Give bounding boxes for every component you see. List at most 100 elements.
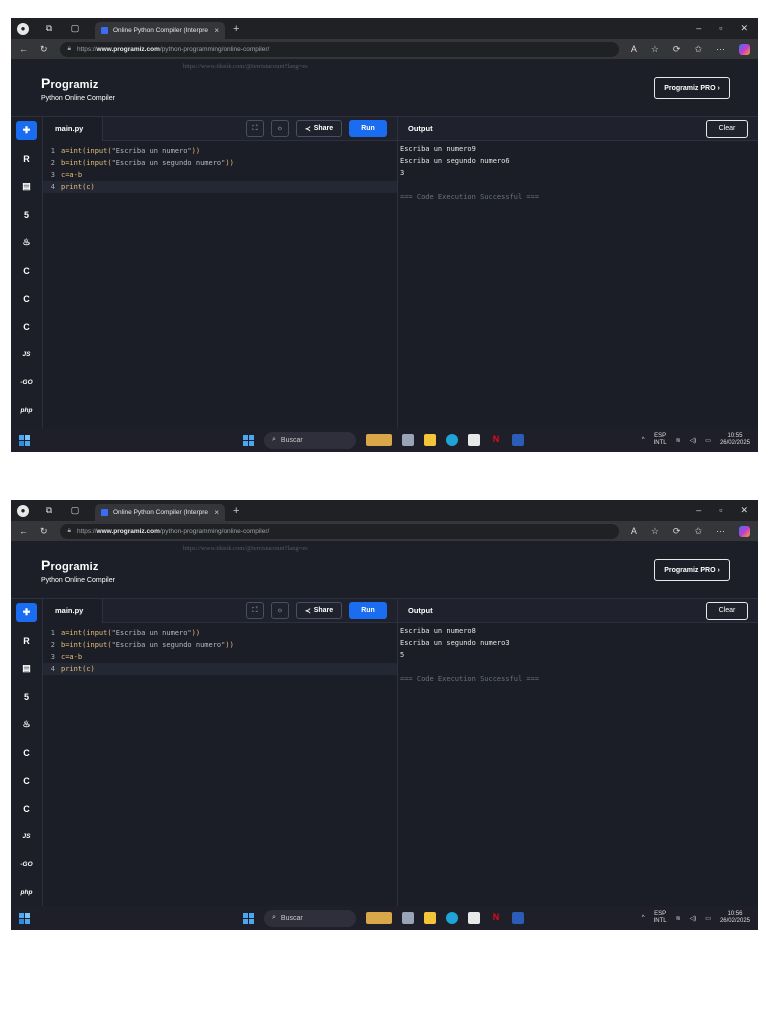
weather-widget-icon[interactable] <box>366 912 392 924</box>
code-line[interactable]: 4 print(c) <box>43 663 397 675</box>
taskbar-search[interactable]: ⌕ Buscar <box>264 431 356 449</box>
back-icon[interactable]: ← <box>19 526 28 536</box>
sql-icon[interactable]: ▤ <box>16 177 37 196</box>
new-tab-button[interactable]: + <box>233 23 239 35</box>
read-aloud-icon[interactable]: A <box>631 44 637 54</box>
wifi-icon[interactable]: ≋ <box>676 915 681 922</box>
volume-icon[interactable]: ◁) <box>690 915 697 922</box>
java-icon[interactable]: ♨ <box>16 715 37 734</box>
file-tab-main-py[interactable]: main.py <box>43 116 103 141</box>
edge-icon[interactable] <box>446 434 458 446</box>
start-icon[interactable] <box>243 912 254 924</box>
refresh-icon[interactable]: ↻ <box>40 44 48 55</box>
favorite-star-icon[interactable]: ☆ <box>651 526 659 537</box>
php-icon[interactable]: php <box>16 401 37 420</box>
code-line[interactable]: 1 a=int(input("Escriba un numero")) <box>43 145 397 157</box>
favorites-icon[interactable]: ✩ <box>694 44 702 55</box>
code-line[interactable]: 2 b=int(input("Escriba un segundo numero"… <box>43 157 397 169</box>
share-button[interactable]: ≺ Share <box>296 120 342 137</box>
close-tab-icon[interactable]: × <box>214 26 219 35</box>
file-tab-main-py[interactable]: main.py <box>43 598 103 623</box>
file-explorer-icon[interactable] <box>424 912 436 924</box>
file-explorer-icon[interactable] <box>424 434 436 446</box>
theme-toggle-icon[interactable]: ☼ <box>271 120 289 137</box>
clear-button[interactable]: Clear <box>706 119 748 138</box>
word-icon[interactable] <box>512 912 524 924</box>
store-icon[interactable] <box>468 912 480 924</box>
task-view-icon[interactable] <box>402 912 414 924</box>
battery-icon[interactable]: ▭ <box>705 437 711 444</box>
js-icon[interactable]: JS <box>16 827 37 846</box>
run-button[interactable]: Run <box>349 602 387 619</box>
netflix-icon[interactable]: N <box>490 434 502 446</box>
chevron-up-icon[interactable]: ^ <box>642 915 645 921</box>
profile-icon[interactable]: ● <box>17 22 29 35</box>
workspaces-icon[interactable]: ⧉ <box>43 505 55 517</box>
restore-icon[interactable]: ▫ <box>719 505 722 516</box>
output-console[interactable]: Escriba un numero8 Escriba un segundo nu… <box>398 623 758 691</box>
js-icon[interactable]: JS <box>16 345 37 364</box>
new-tab-button[interactable]: + <box>233 505 239 517</box>
language-indicator[interactable]: ESP INTL <box>654 911 667 925</box>
volume-icon[interactable]: ◁) <box>690 437 697 444</box>
code-line[interactable]: 2 b=int(input("Escriba un segundo numero"… <box>43 639 397 651</box>
share-button[interactable]: ≺ Share <box>296 602 342 619</box>
csharp-icon[interactable]: C <box>16 799 37 818</box>
html-icon[interactable]: 5 <box>16 205 37 224</box>
word-icon[interactable] <box>512 434 524 446</box>
go-icon[interactable]: -GO <box>16 855 37 874</box>
run-button[interactable]: Run <box>349 120 387 137</box>
minimize-icon[interactable]: – <box>696 505 701 516</box>
widgets-icon[interactable] <box>19 912 30 924</box>
browser-tab[interactable]: Online Python Compiler (Interpre × <box>95 22 225 39</box>
programiz-logo[interactable]: Programiz <box>41 75 99 91</box>
c-icon[interactable]: C <box>16 261 37 280</box>
programiz-pro-button[interactable]: Programiz PRO › <box>654 77 730 99</box>
python-icon[interactable]: ✚ <box>16 121 37 140</box>
clock[interactable]: 10:55 26/02/2025 <box>720 433 750 447</box>
java-icon[interactable]: ♨ <box>16 233 37 252</box>
read-aloud-icon[interactable]: A <box>631 526 637 536</box>
copilot-icon[interactable] <box>739 43 750 55</box>
netflix-icon[interactable]: N <box>490 912 502 924</box>
battery-icon[interactable]: ▭ <box>705 915 711 922</box>
clear-button[interactable]: Clear <box>706 601 748 620</box>
close-window-icon[interactable]: ✕ <box>740 23 748 34</box>
programiz-logo[interactable]: Programiz <box>41 557 99 573</box>
close-window-icon[interactable]: ✕ <box>740 505 748 516</box>
favorites-icon[interactable]: ✩ <box>694 526 702 537</box>
weather-widget-icon[interactable] <box>366 434 392 446</box>
taskbar-search[interactable]: ⌕ Buscar <box>264 909 356 927</box>
widgets-icon[interactable] <box>19 434 30 446</box>
programiz-pro-button[interactable]: Programiz PRO › <box>654 559 730 581</box>
cpp-icon[interactable]: C <box>16 771 37 790</box>
extensions-icon[interactable]: ⟳ <box>673 526 681 537</box>
back-icon[interactable]: ← <box>19 44 28 54</box>
code-line[interactable]: 3 c=a-b <box>43 169 397 181</box>
restore-icon[interactable]: ▫ <box>719 23 722 34</box>
browser-tab[interactable]: Online Python Compiler (Interpre × <box>95 504 225 521</box>
output-console[interactable]: Escriba un numero9 Escriba un segundo nu… <box>398 141 758 209</box>
url-field[interactable]: 🔒︎ https://www.programiz.com/python-prog… <box>59 523 619 539</box>
clock[interactable]: 10:56 26/02/2025 <box>720 911 750 925</box>
language-indicator[interactable]: ESP INTL <box>654 433 667 447</box>
refresh-icon[interactable]: ↻ <box>40 526 48 537</box>
code-line[interactable]: 4 print(c) <box>43 181 397 193</box>
wifi-icon[interactable]: ≋ <box>676 437 681 444</box>
python-icon[interactable]: ✚ <box>16 603 37 622</box>
code-line[interactable]: 1 a=int(input("Escriba un numero")) <box>43 627 397 639</box>
extensions-icon[interactable]: ⟳ <box>673 44 681 55</box>
c-icon[interactable]: C <box>16 743 37 762</box>
more-icon[interactable]: ··· <box>716 44 725 54</box>
csharp-icon[interactable]: C <box>16 317 37 336</box>
store-icon[interactable] <box>468 434 480 446</box>
html-icon[interactable]: 5 <box>16 687 37 706</box>
url-field[interactable]: 🔒︎ https://www.programiz.com/python-prog… <box>59 41 619 57</box>
code-area[interactable]: 1 a=int(input("Escriba un numero")) 2 b=int… <box>43 623 397 675</box>
close-tab-icon[interactable]: × <box>214 508 219 517</box>
profile-icon[interactable]: ● <box>17 504 29 517</box>
sql-icon[interactable]: ▤ <box>16 659 37 678</box>
php-icon[interactable]: php <box>16 883 37 902</box>
theme-toggle-icon[interactable]: ☼ <box>271 602 289 619</box>
workspaces-icon[interactable]: ⧉ <box>43 23 55 35</box>
